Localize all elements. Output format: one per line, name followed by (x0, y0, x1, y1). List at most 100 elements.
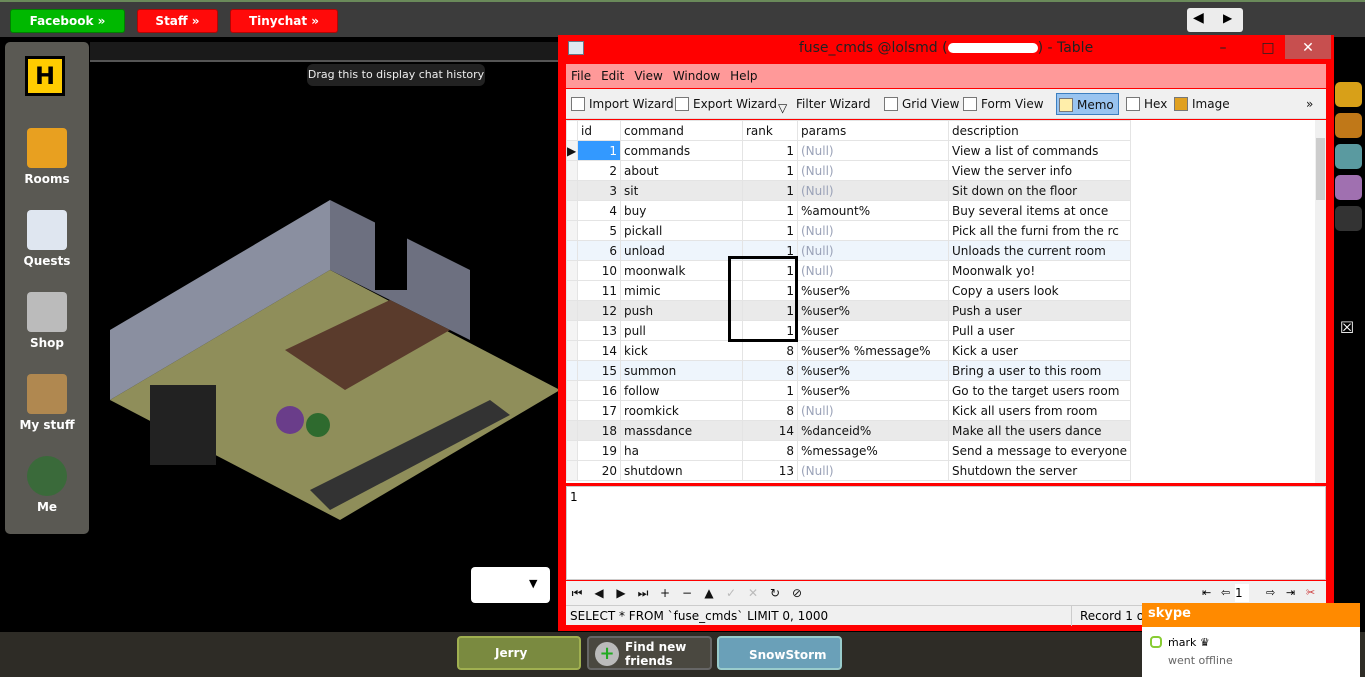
cell-params[interactable]: (Null) (797, 220, 949, 241)
row-selector[interactable] (566, 360, 578, 381)
cell-description[interactable]: Go to the target users room (947, 380, 1132, 401)
cell-params[interactable]: (Null) (797, 180, 949, 201)
form-view-button[interactable]: Form View (961, 93, 1044, 115)
cell-command[interactable]: roomkick (620, 400, 743, 421)
nav-me[interactable]: Me (5, 456, 89, 514)
nav-quests[interactable]: Quests (5, 210, 89, 268)
menu-window[interactable]: Window (668, 64, 725, 88)
credits-icon[interactable] (1335, 82, 1362, 107)
row-selector[interactable]: ▶ (566, 140, 578, 161)
friend-jerry[interactable]: Jerry (457, 636, 581, 670)
row-selector[interactable] (566, 320, 578, 341)
cell-rank[interactable]: 8 (742, 340, 798, 361)
cell-id[interactable]: 10 (577, 260, 621, 281)
menu-view[interactable]: View (629, 64, 667, 88)
facebook-button[interactable]: Facebook » (10, 9, 125, 33)
next-record-icon[interactable]: ▶ (610, 581, 632, 605)
vertical-scrollbar[interactable] (1315, 120, 1326, 483)
cell-command[interactable]: buy (620, 200, 743, 221)
cell-command[interactable]: massdance (620, 420, 743, 441)
stop-icon[interactable]: ⊘ (786, 581, 808, 605)
table-row[interactable]: 14 kick 8 %user% %message% Kick a user (566, 340, 1132, 361)
cell-rank[interactable]: 1 (742, 220, 798, 241)
table-row[interactable]: 10 moonwalk 1 (Null) Moonwalk yo! (566, 260, 1132, 281)
table-row[interactable]: 3 sit 1 (Null) Sit down on the floor (566, 180, 1132, 201)
cell-id[interactable]: 3 (577, 180, 621, 201)
chat-style-selector[interactable]: ▼ (471, 567, 550, 603)
cell-description[interactable]: Push a user (947, 300, 1132, 321)
cell-id[interactable]: 1 (577, 140, 621, 161)
cell-rank[interactable]: 1 (742, 140, 798, 161)
cell-rank[interactable]: 13 (742, 460, 798, 481)
cell-description[interactable]: Make all the users dance (947, 420, 1132, 441)
memo-button[interactable]: Memo (1056, 93, 1119, 115)
row-selector[interactable] (566, 380, 578, 401)
pixels-icon[interactable] (1335, 113, 1362, 138)
cell-rank[interactable]: 1 (742, 380, 798, 401)
cell-command[interactable]: commands (620, 140, 743, 161)
cell-id[interactable]: 4 (577, 200, 621, 221)
cell-params[interactable]: %user% (797, 380, 949, 401)
row-selector[interactable] (566, 220, 578, 241)
cell-params[interactable]: (Null) (797, 460, 949, 481)
cell-id[interactable]: 20 (577, 460, 621, 481)
cell-id[interactable]: 16 (577, 380, 621, 401)
row-selector[interactable] (566, 340, 578, 361)
row-selector[interactable] (566, 240, 578, 261)
nav-rooms[interactable]: Rooms (5, 128, 89, 186)
row-selector[interactable] (566, 400, 578, 421)
cell-id[interactable]: 5 (577, 220, 621, 241)
apply-icon[interactable]: ✓ (720, 581, 742, 605)
tinychat-button[interactable]: Tinychat » (230, 9, 338, 33)
scroll-thumb[interactable] (1316, 138, 1325, 200)
nav-my-stuff[interactable]: My stuff (5, 374, 89, 432)
next-page-icon[interactable]: ⇨ (1266, 581, 1275, 605)
table-row[interactable]: 13 pull 1 %user Pull a user (566, 320, 1132, 341)
table-row[interactable]: 15 summon 8 %user% Bring a user to this room (566, 360, 1132, 381)
image-button[interactable]: Image (1172, 93, 1230, 115)
delete-record-icon[interactable]: − (676, 581, 698, 605)
cell-command[interactable]: push (620, 300, 743, 321)
row-selector[interactable] (566, 160, 578, 181)
cell-rank[interactable]: 1 (742, 180, 798, 201)
sound-control[interactable]: ◀ ▶ (1187, 8, 1243, 32)
diamond-icon[interactable] (1335, 175, 1362, 200)
minimize-button[interactable]: – (1208, 35, 1238, 61)
cell-description[interactable]: Bring a user to this room (947, 360, 1132, 381)
hex-button[interactable]: Hex (1124, 93, 1167, 115)
table-row[interactable]: 16 follow 1 %user% Go to the target users ro… (566, 380, 1132, 401)
staff-button[interactable]: Staff » (137, 9, 218, 33)
cell-command[interactable]: summon (620, 360, 743, 381)
cell-description[interactable]: Copy a users look (947, 280, 1132, 301)
menu-file[interactable]: File (566, 64, 596, 88)
toolbar-overflow[interactable]: » (1306, 93, 1313, 115)
cell-command[interactable]: mimic (620, 280, 743, 301)
cell-description[interactable]: Unloads the current room (947, 240, 1132, 261)
cell-rank[interactable]: 14 (742, 420, 798, 441)
row-selector[interactable] (566, 200, 578, 221)
export-wizard-button[interactable]: Export Wizard (673, 93, 777, 115)
last-page-icon[interactable]: ⇥ (1286, 581, 1295, 605)
col-id[interactable]: id (577, 120, 621, 141)
table-row[interactable]: 5 pickall 1 (Null) Pick all the furni from t… (566, 220, 1132, 241)
table-row[interactable]: 6 unload 1 (Null) Unloads the current room (566, 240, 1132, 261)
cell-rank[interactable]: 8 (742, 360, 798, 381)
hc-icon[interactable] (1335, 144, 1362, 169)
skype-notification[interactable]: skype ṁark ♛ went offline (1142, 603, 1360, 677)
menu-edit[interactable]: Edit (596, 64, 629, 88)
table-row[interactable]: 19 ha 8 %message% Send a message to everyone (566, 440, 1132, 461)
cell-id[interactable]: 19 (577, 440, 621, 461)
cell-command[interactable]: ha (620, 440, 743, 461)
maximize-button[interactable]: □ (1253, 35, 1283, 61)
up-icon[interactable]: ▲ (698, 581, 720, 605)
cell-command[interactable]: kick (620, 340, 743, 361)
chat-history-handle[interactable] (90, 42, 560, 62)
cell-id[interactable]: 2 (577, 160, 621, 181)
cell-command[interactable]: unload (620, 240, 743, 261)
cell-id[interactable]: 15 (577, 360, 621, 381)
first-record-icon[interactable]: ⏮ (566, 581, 588, 605)
cell-command[interactable]: pickall (620, 220, 743, 241)
cell-id[interactable]: 12 (577, 300, 621, 321)
cell-description[interactable]: Pick all the furni from the rc (947, 220, 1132, 241)
close-button[interactable]: ✕ (1285, 35, 1331, 59)
